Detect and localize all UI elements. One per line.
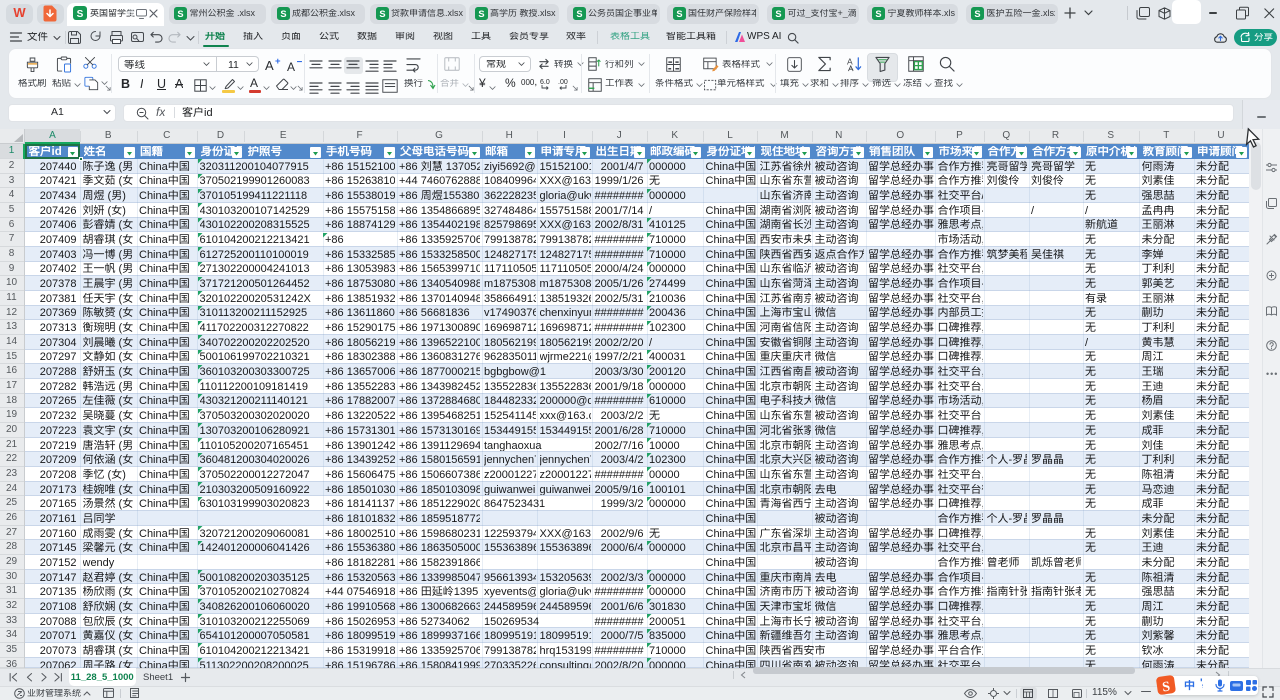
- svg-text:S: S: [280, 9, 286, 19]
- svg-text:S: S: [875, 9, 881, 19]
- svg-text:S: S: [379, 9, 385, 19]
- svg-text:S: S: [177, 9, 183, 19]
- svg-text:A: A: [847, 56, 853, 66]
- svg-text:S: S: [676, 9, 682, 19]
- svg-text:S: S: [478, 9, 484, 19]
- svg-text:S: S: [974, 9, 980, 19]
- svg-text:S: S: [77, 9, 84, 20]
- svg-text:S: S: [775, 9, 781, 19]
- svg-text:S: S: [576, 9, 582, 19]
